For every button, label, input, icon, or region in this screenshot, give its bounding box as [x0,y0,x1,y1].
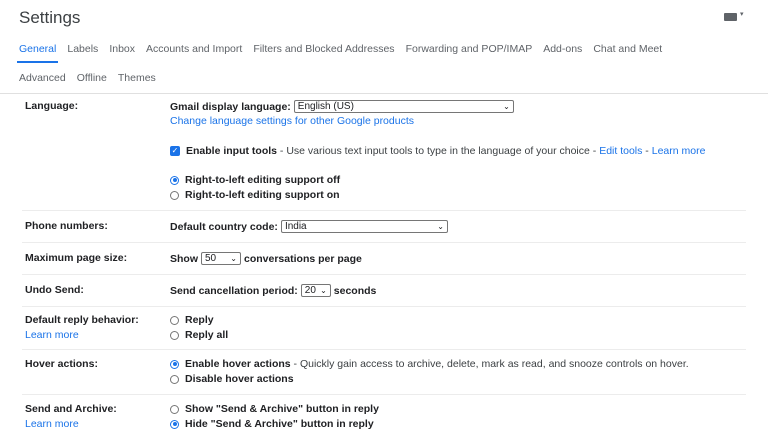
enable-hover-radio[interactable] [170,359,179,369]
send-archive-row: Send and Archive: Learn more Show "Send … [22,394,746,432]
page-size-select[interactable]: 50 ⌄ [201,252,241,265]
display-language-label: Gmail display language: [170,100,291,113]
send-archive-label: Send and Archive: [25,403,117,415]
hide-send-archive-label: Hide "Send & Archive" button in reply [185,418,374,430]
tab-labels[interactable]: Labels [67,43,98,55]
disable-hover-label: Disable hover actions [185,373,294,385]
phone-row: Phone numbers: Default country code: Ind… [22,210,746,243]
reply-learn-more-link[interactable]: Learn more [25,329,79,341]
hover-label: Hover actions: [25,358,98,370]
country-code-select[interactable]: India ⌄ [280,220,448,233]
chevron-down-icon: ⌄ [437,222,444,231]
input-tools-desc: - Use various text input tools to type i… [277,145,600,157]
undo-send-label: Undo Send: [25,284,84,296]
tab-general[interactable]: General [16,43,59,63]
reply-all-radio[interactable] [170,330,179,340]
chevron-down-icon: ⌄ [320,286,327,295]
settings-tabs: General Labels Inbox Accounts and Import… [16,43,673,63]
reply-option-label: Reply [185,314,214,326]
rtl-on-radio[interactable] [170,190,179,200]
tab-chat-and-meet[interactable]: Chat and Meet [593,43,662,55]
cancellation-period-label: Send cancellation period: [170,284,298,297]
tab-accounts-and-import[interactable]: Accounts and Import [146,43,242,55]
page-size-value: 50 [205,253,217,264]
reply-row: Default reply behavior: Learn more Reply… [22,306,746,350]
seconds-label: seconds [333,284,377,297]
cancellation-period-value: 20 [304,285,316,296]
country-code-label: Default country code: [170,220,278,233]
undo-send-row: Undo Send: Send cancellation period: 20 ⌄… [22,274,746,307]
reply-radio[interactable] [170,315,179,325]
tab-advanced[interactable]: Advanced [19,72,66,84]
learn-more-link[interactable]: Learn more [652,145,706,157]
hover-row: Hover actions: Enable hover actions - Qu… [22,349,746,395]
tab-add-ons[interactable]: Add-ons [543,43,582,55]
tab-forwarding[interactable]: Forwarding and POP/IMAP [406,43,533,55]
keyboard-icon[interactable] [724,13,737,21]
display-language-select[interactable]: English (US) ⌄ [293,100,514,113]
rtl-off-label: Right-to-left editing support off [185,174,341,186]
tab-offline[interactable]: Offline [77,72,107,84]
language-label: Language: [25,100,79,112]
input-tools-checkbox[interactable]: ✓ [170,146,180,156]
tab-inbox[interactable]: Inbox [109,43,135,55]
hide-send-archive-radio[interactable] [170,419,179,429]
chevron-down-icon[interactable]: ▾ [740,10,744,18]
edit-tools-link[interactable]: Edit tools [599,145,642,157]
page-size-suffix: conversations per page [244,252,362,265]
cancellation-period-select[interactable]: 20 ⌄ [300,284,331,297]
show-send-archive-radio[interactable] [170,404,179,414]
page-title: Settings [19,8,81,27]
page-size-row: Maximum page size: Show 50 ⌄ conversation… [22,242,746,275]
rtl-on-label: Right-to-left editing support on [185,189,340,201]
change-language-link[interactable]: Change language settings for other Googl… [170,115,414,127]
disable-hover-radio[interactable] [170,374,179,384]
tab-filters[interactable]: Filters and Blocked Addresses [253,43,394,55]
reply-all-option-label: Reply all [185,329,229,341]
input-tools-label: Enable input tools [186,145,277,157]
rtl-off-radio[interactable] [170,175,179,185]
chevron-down-icon: ⌄ [230,254,237,263]
chevron-down-icon: ⌄ [503,102,510,111]
reply-label: Default reply behavior: [25,314,139,326]
send-archive-learn-more-link[interactable]: Learn more [25,418,79,430]
show-label: Show [170,252,198,265]
enable-hover-desc: - Quickly gain access to archive, delete… [290,358,689,370]
language-row: Language: Gmail display language: Englis… [22,94,746,210]
country-code-value: India [284,221,307,232]
phone-label: Phone numbers: [25,220,108,232]
dash-separator: - [642,145,652,157]
enable-hover-label: Enable hover actions [185,358,291,370]
display-language-value: English (US) [297,101,354,112]
show-send-archive-label: Show "Send & Archive" button in reply [185,403,379,415]
page-size-label: Maximum page size: [25,252,128,264]
tab-themes[interactable]: Themes [118,72,156,84]
settings-tabs-row2: Advanced Offline Themes [19,72,167,84]
